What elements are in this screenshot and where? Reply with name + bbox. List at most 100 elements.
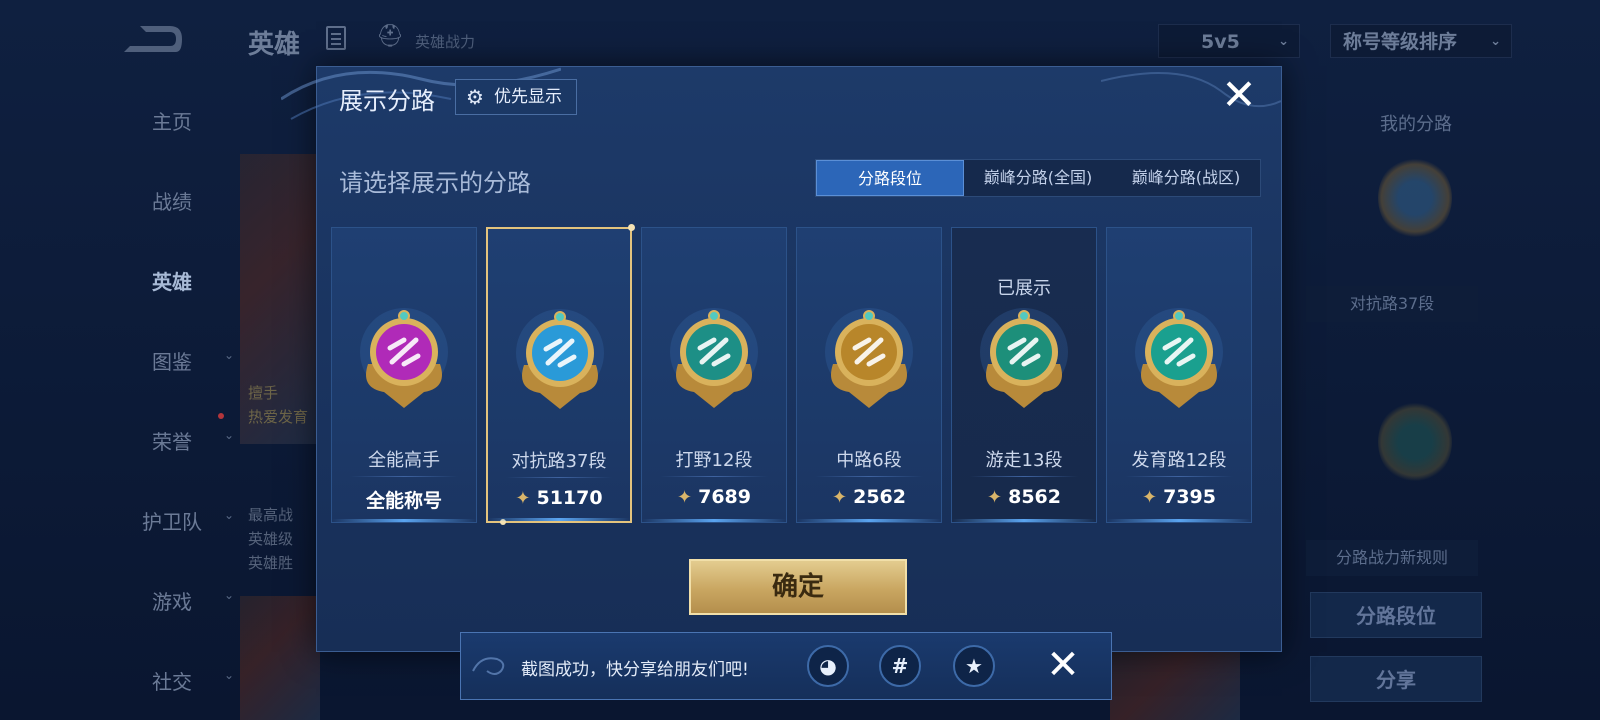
helmet-icon: ⛑ [376,24,404,49]
sidebar-item-label: 社交 [152,670,192,694]
close-icon[interactable]: ✕ [1217,73,1261,117]
chevron-down-icon: ⌄ [223,348,234,362]
qzone-star-icon[interactable]: ★ [953,645,995,687]
share-button[interactable]: 分享 [1310,656,1482,702]
roam-emblem-icon [1378,400,1452,484]
chevron-down-icon: ⌄ [1490,34,1501,49]
lane-rule-link[interactable]: 分路战力新规则 [1306,540,1478,576]
sidebar-item-label: 主页 [152,110,192,134]
sidebar-item-social[interactable]: 社交 ⌄ [112,666,234,695]
power-icon: ✦ [987,487,1003,508]
sidebar-item-label: 英雄 [152,270,192,294]
sidebar-item-home[interactable]: 主页 [112,106,232,135]
lane-score-value: 全能称号 [365,490,442,512]
sidebar-item-codex[interactable]: 图鉴 ⌄ [112,346,234,375]
power-icon: ✦ [1142,487,1158,508]
lane-score-value: 51170 [536,487,603,509]
divider [815,476,923,477]
priority-display-label: 优先显示 [494,87,562,107]
divider [350,476,458,477]
qq-icon[interactable]: ◕ [807,645,849,687]
tab-bar: 分路段位 巅峰分路(全国) 巅峰分路(战区) [815,159,1261,197]
sidebar-item-label: 战绩 [152,190,192,214]
chevron-down-icon: ⌄ [223,508,234,522]
chevron-down-icon: ⌄ [223,588,234,602]
lane-score: 全能称号 [332,486,476,513]
confirm-button[interactable]: 确定 [689,559,907,615]
hero-card-text: 最高战 [248,506,294,524]
power-icon: ✦ [515,488,531,509]
toast-message: 截图成功，快分享给朋友们吧! [521,660,749,680]
sort-select[interactable]: 称号等级排序 ⌄ [1330,24,1512,58]
my-lane-badge: 对抗路37段 [1306,286,1478,322]
lane-score-value: 7689 [698,486,751,508]
sidebar-item-label: 图鉴 [152,350,192,374]
hero-art [1110,652,1240,720]
corner-spark [500,519,506,525]
dialog-title: 展示分路 [339,87,435,115]
tab-peak-lane-national[interactable]: 巅峰分路(全国) [964,160,1112,196]
screenshot-toast: 截图成功，快分享给朋友们吧! ◕ # ★ ✕ [460,632,1112,700]
lane-score: ✦ 8562 [952,486,1096,508]
lane-display-dialog: 展示分路 ⚙ 优先显示 ✕ 请选择展示的分路 分路段位 巅峰分路(全国) 巅峰分… [281,66,1282,652]
toast-close-icon[interactable]: ✕ [1041,643,1085,687]
hero-power-label[interactable]: 英雄战力 [415,31,475,52]
lane-card[interactable]: 对抗路37段 ✦ 51170 [486,224,635,525]
hero-card-text: 英雄胜 [248,554,294,572]
sidebar-item-label: 荣誉 [152,430,192,454]
priority-display-button[interactable]: ⚙ 优先显示 [455,79,577,115]
power-icon: ✦ [677,487,693,508]
lane-card[interactable]: 已展示游走13段 ✦ 8562 [951,227,1097,523]
clash-lane-emblem-icon [516,309,604,409]
hero-card-text: 英雄级 [248,530,294,548]
tab-peak-lane-region[interactable]: 巅峰分路(战区) [1112,160,1260,196]
mode-select[interactable]: 5v5 ⌄ [1158,24,1300,58]
all-round-emblem-icon [360,308,448,408]
lane-name: 全能高手 [368,450,440,471]
hero-card-text: 热爱发育 [248,408,309,426]
lane-name: 游走13段 [985,450,1063,471]
lane-card[interactable]: 全能高手 全能称号 [331,227,477,523]
hero-card-text: 擅手 [248,384,279,402]
lane-card[interactable]: 发育路12段 ✦ 7395 [1106,227,1252,523]
back-arrow-icon[interactable] [120,22,184,56]
power-icon: ✦ [832,487,848,508]
roam-emblem-icon [980,308,1068,408]
divider [506,477,612,478]
chevron-down-icon: ⌄ [223,668,234,682]
lane-score: ✦ 2562 [797,486,941,508]
corner-spark [628,224,635,231]
hashtag-icon[interactable]: # [879,645,921,687]
jungle-emblem-icon [670,308,758,408]
sidebar-item-honor[interactable]: 荣誉 ⌄ [112,426,234,455]
lane-rank-button[interactable]: 分路段位 [1310,592,1482,638]
lane-name: 对抗路37段 [511,451,607,472]
sidebar-item-guard-team[interactable]: 护卫队 ⌄ [112,506,234,535]
clash-lane-emblem-icon [1378,156,1452,240]
sidebar-item-records[interactable]: 战绩 [112,186,232,215]
divider [1125,476,1233,477]
sidebar-item-label: 护卫队 [142,510,202,534]
lane-score-value: 2562 [853,486,906,508]
divider [660,476,768,477]
sidebar-item-game[interactable]: 游戏 ⌄ [112,586,234,615]
tab-lane-rank[interactable]: 分路段位 [816,160,964,196]
chevron-down-icon: ⌄ [223,428,234,442]
list-icon[interactable] [326,26,346,50]
divider [970,476,1078,477]
gear-icon: ⚙ [466,85,484,109]
lane-card[interactable]: 中路6段 ✦ 2562 [796,227,942,523]
lane-score-value: 7395 [1163,486,1216,508]
sidebar-item-heroes[interactable]: 英雄 [112,266,232,295]
shown-label: 已展示 [997,278,1051,299]
lane-name: 打野12段 [675,450,753,471]
lane-score: ✦ 7395 [1107,486,1251,508]
sidebar-item-label: 游戏 [152,590,192,614]
swirl-decoration-icon [472,657,505,675]
farm-lane-emblem-icon [1135,308,1223,408]
my-lane-title: 我的分路 [1380,114,1452,135]
mid-lane-emblem-icon [825,308,913,408]
hero-art [240,596,320,720]
lane-score-value: 8562 [1008,486,1061,508]
lane-card[interactable]: 打野12段 ✦ 7689 [641,227,787,523]
